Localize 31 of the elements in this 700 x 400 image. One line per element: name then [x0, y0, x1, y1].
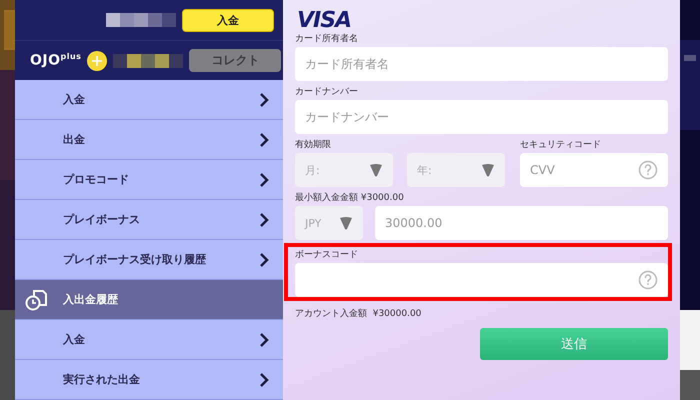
dropdown-arrow-icon: [339, 216, 353, 230]
chevron-right-icon: [259, 172, 269, 188]
min-deposit-text: 最小額入金金額 ¥3000.00: [295, 192, 405, 204]
logo: OJO$^{plus}$: [30, 52, 82, 69]
redacted-value: [113, 54, 184, 68]
field-label: カードナンバー: [295, 86, 359, 98]
chevron-right-icon: [259, 132, 269, 148]
dropdown-arrow-icon: [481, 163, 495, 177]
redacted-value: [106, 13, 176, 27]
field-label: 有効期限: [295, 139, 332, 151]
chevron-right-icon: [259, 212, 269, 228]
card-number-field[interactable]: カードナンバー: [295, 100, 668, 134]
deposit-button[interactable]: 入金: [182, 8, 274, 32]
chevron-right-icon: [259, 92, 269, 108]
field-label: カード所有者名: [295, 33, 359, 45]
chevron-right-icon: [259, 252, 269, 268]
bonus-code-field[interactable]: [295, 263, 668, 297]
field-label: ボーナスコード: [295, 249, 359, 261]
field-label: セキュリティコード: [520, 139, 602, 151]
section-title: 入出金履歴: [63, 292, 118, 307]
chevron-right-icon: [259, 332, 269, 348]
help-icon[interactable]: [638, 270, 658, 290]
history-icon: [25, 288, 49, 310]
help-icon[interactable]: [638, 160, 658, 180]
add-icon[interactable]: [87, 50, 108, 70]
cvv-field[interactable]: CVV: [520, 153, 668, 187]
visa-logo: VISA: [297, 8, 352, 33]
cardholder-name-field[interactable]: カード所有者名: [295, 47, 668, 81]
account-deposit-text: アカウント入金額 ¥30000.00: [295, 308, 422, 320]
chevron-right-icon: [259, 372, 269, 388]
dropdown-arrow-icon: [369, 163, 383, 177]
